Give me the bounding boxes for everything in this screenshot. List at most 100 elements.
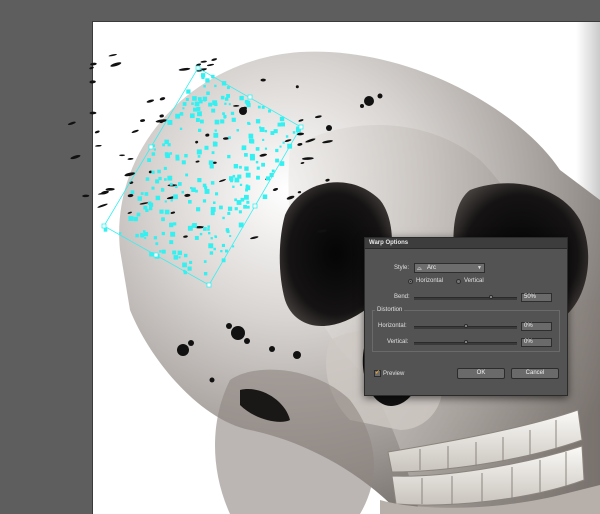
checkmark-icon: ✓ bbox=[375, 370, 381, 376]
selected-anchor bbox=[197, 97, 202, 101]
selected-anchor bbox=[232, 174, 236, 178]
selected-anchor bbox=[241, 147, 245, 151]
ink-streak bbox=[94, 144, 102, 147]
selected-anchor bbox=[287, 143, 293, 149]
ink-streak bbox=[127, 157, 134, 160]
selected-anchor bbox=[170, 199, 173, 202]
bounding-box-handle[interactable] bbox=[252, 203, 258, 209]
ink-streak bbox=[159, 114, 164, 118]
bounding-box-handle[interactable] bbox=[206, 282, 212, 288]
selected-anchor bbox=[244, 166, 249, 171]
vertical-distortion-thumb[interactable] bbox=[463, 340, 468, 344]
selected-anchor bbox=[194, 235, 199, 240]
ink-streak bbox=[97, 203, 108, 208]
ink-blot bbox=[377, 93, 383, 99]
selected-anchor bbox=[197, 111, 202, 117]
selected-anchor bbox=[273, 129, 278, 134]
horizontal-distortion-field[interactable]: 0% bbox=[521, 322, 552, 331]
bounding-box-handle[interactable] bbox=[101, 223, 107, 229]
selected-anchor bbox=[239, 165, 242, 169]
vertical-distortion-field[interactable]: 0% bbox=[521, 338, 552, 347]
selected-anchor bbox=[211, 151, 215, 155]
selected-anchor bbox=[214, 84, 217, 88]
bounding-box-handle[interactable] bbox=[153, 252, 159, 258]
bend-slider-track[interactable] bbox=[414, 297, 517, 300]
selected-anchor bbox=[226, 93, 231, 98]
selected-anchor bbox=[239, 95, 244, 101]
selected-anchor bbox=[211, 108, 216, 113]
selected-anchor bbox=[164, 209, 170, 215]
selected-anchor bbox=[196, 149, 202, 155]
selected-anchor bbox=[210, 237, 213, 240]
dialog-title[interactable]: Warp Options bbox=[365, 238, 567, 249]
horizontal-radio[interactable] bbox=[408, 279, 413, 284]
selected-anchor bbox=[140, 232, 144, 236]
ink-blot bbox=[360, 104, 364, 108]
selected-anchor bbox=[186, 89, 191, 94]
bounding-box-handle[interactable] bbox=[298, 124, 304, 130]
selected-anchor bbox=[224, 97, 229, 101]
selected-anchor bbox=[239, 183, 243, 186]
selected-anchor bbox=[213, 132, 219, 138]
selected-anchor bbox=[202, 199, 207, 203]
selected-anchor bbox=[213, 247, 216, 251]
selected-anchor bbox=[169, 182, 173, 186]
selected-anchor bbox=[170, 231, 176, 237]
selected-anchor bbox=[208, 243, 214, 249]
selected-anchor bbox=[161, 187, 164, 191]
selected-anchor bbox=[279, 116, 285, 122]
bounding-box-handle[interactable] bbox=[195, 65, 201, 71]
selected-anchor bbox=[222, 112, 225, 116]
selected-anchor bbox=[149, 252, 154, 257]
chevron-down-icon: ▼ bbox=[477, 265, 482, 271]
selected-anchor bbox=[243, 194, 249, 200]
selected-anchor bbox=[155, 195, 161, 201]
selected-anchor bbox=[137, 196, 142, 201]
selected-anchor bbox=[261, 162, 265, 167]
vertical-radio[interactable] bbox=[456, 279, 461, 284]
selected-anchor bbox=[192, 223, 197, 228]
selected-anchor bbox=[232, 185, 235, 188]
selected-anchor bbox=[193, 107, 197, 112]
selected-anchor bbox=[271, 169, 275, 173]
selected-anchor bbox=[220, 95, 225, 100]
ok-button[interactable]: OK bbox=[457, 368, 505, 379]
preview-label: Preview bbox=[383, 371, 405, 377]
bounding-box-handle[interactable] bbox=[247, 94, 253, 100]
cancel-button[interactable]: Cancel bbox=[511, 368, 559, 379]
selected-anchor bbox=[208, 232, 211, 235]
selected-anchor bbox=[275, 148, 279, 153]
selected-anchor bbox=[249, 153, 255, 159]
ink-blot bbox=[364, 96, 374, 106]
selected-anchor bbox=[224, 102, 227, 105]
selected-anchor bbox=[203, 260, 207, 263]
selected-anchor bbox=[181, 160, 186, 165]
selected-anchor bbox=[181, 190, 185, 194]
selected-anchor bbox=[177, 182, 182, 186]
ink-streak bbox=[178, 67, 191, 71]
selected-anchor bbox=[197, 128, 202, 132]
ink-streak bbox=[89, 66, 94, 70]
selected-anchor bbox=[184, 153, 188, 158]
selected-anchor bbox=[173, 194, 178, 200]
preview-checkbox[interactable]: ✓ bbox=[374, 370, 381, 377]
selected-anchor bbox=[230, 111, 235, 116]
selected-anchor bbox=[199, 232, 203, 236]
selected-anchor bbox=[195, 118, 200, 122]
selected-anchor bbox=[185, 173, 189, 177]
selected-anchor bbox=[296, 126, 299, 130]
selected-anchor bbox=[269, 172, 274, 178]
selected-anchor bbox=[264, 147, 268, 150]
ink-streak bbox=[67, 121, 76, 126]
bounding-box-handle[interactable] bbox=[148, 144, 154, 150]
selected-anchor bbox=[175, 113, 181, 119]
selected-anchor bbox=[194, 101, 200, 107]
selected-anchor bbox=[292, 131, 296, 134]
horizontal-distortion-thumb[interactable] bbox=[463, 324, 468, 328]
style-select[interactable]: ⌓ Arc ▼ bbox=[414, 263, 485, 273]
selected-anchor bbox=[133, 216, 138, 222]
ink-blot bbox=[188, 340, 194, 346]
selected-anchor bbox=[159, 209, 164, 214]
distortion-group-label: Distortion bbox=[375, 307, 405, 313]
bend-value-field[interactable]: 50% bbox=[521, 293, 552, 302]
